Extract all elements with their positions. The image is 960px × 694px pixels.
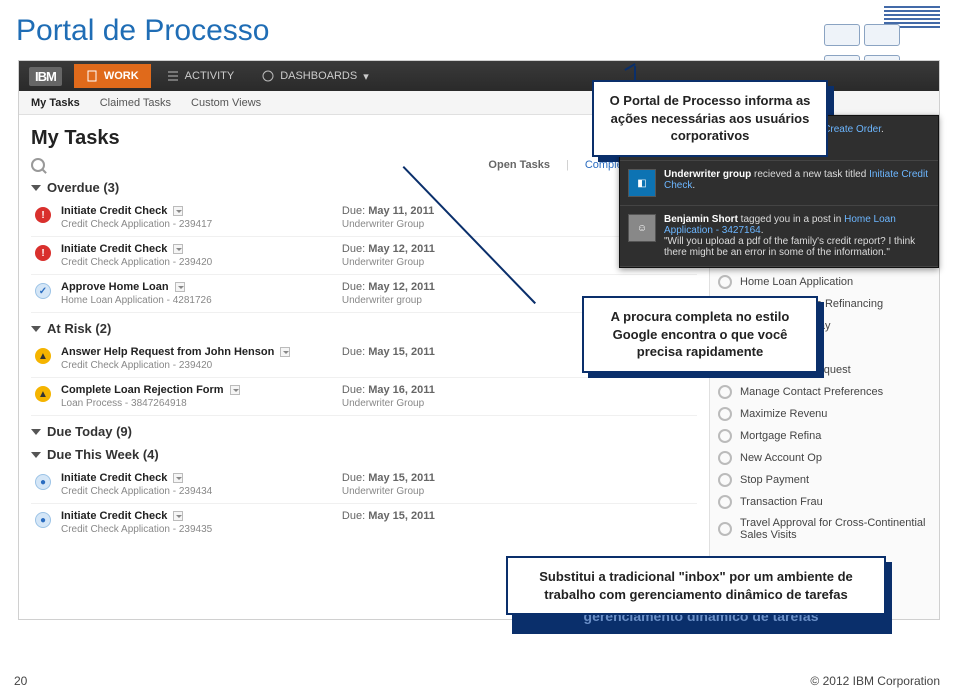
doc-icon [86, 70, 98, 82]
task-row[interactable]: ● Initiate Credit CheckCredit Check Appl… [31, 504, 697, 541]
circle-icon [718, 275, 732, 289]
dropdown-icon[interactable] [230, 385, 240, 395]
open-tasks-filter[interactable]: Open Tasks [488, 159, 550, 171]
search-icon[interactable] [31, 158, 45, 172]
dropdown-icon[interactable] [173, 206, 183, 216]
section-dueweek[interactable]: Due This Week (4) [31, 447, 697, 462]
circle-icon [718, 429, 732, 443]
side-item[interactable]: Manage Contact Preferences [716, 381, 933, 403]
caret-down-icon [31, 326, 41, 332]
slide-title: Portal de Processo [16, 14, 269, 48]
circle-icon [718, 407, 732, 421]
circle-icon [718, 385, 732, 399]
alert-icon: ! [35, 245, 51, 261]
gauge-icon [262, 70, 274, 82]
list-icon [167, 70, 179, 82]
task-row[interactable]: ● Initiate Credit CheckCredit Check Appl… [31, 466, 697, 504]
side-item[interactable]: Home Loan Application [716, 271, 933, 293]
notif-item[interactable]: ☺ Benjamin Short tagged you in a post in… [620, 206, 938, 267]
caret-down-icon [31, 429, 41, 435]
callout-inbox: Substitui a tradicional "inbox" por um a… [506, 556, 886, 615]
subnav-custom[interactable]: Custom Views [191, 97, 261, 109]
nav-dashboards[interactable]: DASHBOARDS ▾ [250, 64, 381, 89]
side-item[interactable]: Travel Approval for Cross-Continential S… [716, 513, 933, 545]
copyright: © 2012 IBM Corporation [810, 674, 940, 688]
dropdown-icon[interactable] [280, 347, 290, 357]
circle-icon [718, 473, 732, 487]
side-item[interactable]: Maximize Revenu [716, 403, 933, 425]
nav-work[interactable]: WORK [74, 64, 151, 88]
circle-icon [718, 495, 732, 509]
subnav-mytasks[interactable]: My Tasks [31, 97, 80, 109]
circle-icon [718, 522, 732, 536]
brand-logo: IBM [29, 67, 62, 86]
nav-activity[interactable]: ACTIVITY [155, 64, 247, 88]
dropdown-icon[interactable] [173, 473, 183, 483]
callout-search: A procura completa no estilo Google enco… [582, 296, 818, 373]
callout-portal-info: O Portal de Processo informa as ações ne… [592, 80, 828, 157]
alert-icon: ! [35, 207, 51, 223]
user-avatar-icon: ☺ [628, 214, 656, 242]
task-row[interactable]: ! Initiate Credit CheckCredit Check Appl… [31, 199, 697, 237]
caret-down-icon [31, 452, 41, 458]
subnav-claimed[interactable]: Claimed Tasks [100, 97, 171, 109]
dropdown-icon[interactable] [173, 244, 183, 254]
due-label: Due: [342, 205, 368, 217]
side-item[interactable]: New Account Op [716, 447, 933, 469]
group-avatar-icon: ◧ [628, 169, 656, 197]
check-icon: ✓ [35, 283, 51, 299]
section-overdue[interactable]: Overdue (3) [31, 180, 697, 195]
task-icon: ● [35, 512, 51, 528]
dropdown-icon[interactable] [173, 511, 183, 521]
section-duetoday[interactable]: Due Today (9) [31, 424, 697, 439]
caret-down-icon [31, 185, 41, 191]
notif-link[interactable]: Create Order [823, 124, 881, 135]
task-icon: ● [35, 474, 51, 490]
page-number: 20 [14, 674, 27, 688]
task-row[interactable]: ▲ Complete Loan Rejection FormLoan Proce… [31, 378, 697, 416]
side-item[interactable]: Stop Payment [716, 469, 933, 491]
side-item[interactable]: Transaction Frau [716, 491, 933, 513]
side-item[interactable]: Mortgage Refina [716, 425, 933, 447]
warning-icon: ▲ [35, 386, 51, 402]
notif-item[interactable]: ◧ Underwriter group recieved a new task … [620, 161, 938, 206]
task-row[interactable]: ! Initiate Credit CheckCredit Check Appl… [31, 237, 697, 275]
circle-icon [718, 451, 732, 465]
warning-icon: ▲ [35, 348, 51, 364]
dropdown-icon[interactable] [175, 282, 185, 292]
